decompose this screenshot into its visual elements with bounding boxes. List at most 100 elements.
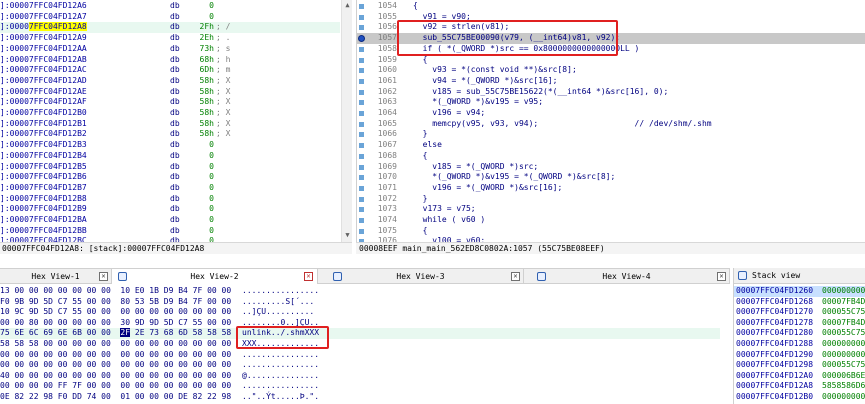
code-line[interactable]: 1071 v196 = *(_QWORD *)&src[16]; — [357, 183, 865, 194]
hex-bytes: 00 00 00 00 00 00 00 00 00 00 00 00 00 0… — [0, 360, 232, 370]
code-line[interactable]: 1075 { — [357, 226, 865, 237]
stack-row-op: db — [170, 161, 180, 171]
stack-row-address: ]:00007FFC04FD12B3 — [0, 140, 87, 150]
stack-listing-pane[interactable]: ]:00007FFC04FD12A6 db 0]:00007FFC04FD12A7 d… — [0, 0, 352, 242]
tab-hex-view-3[interactable]: Hex View-3 ✕ — [318, 269, 524, 284]
stack-view-row[interactable]: 00007FFC04FD1290 000000000 — [734, 350, 865, 361]
stack-row[interactable]: ]:00007FFC04FD12AF db 58h; X — [0, 97, 340, 108]
code-text: memcpy(v95, v93, v94); // /dev/shm/.shm — [413, 118, 712, 128]
hex-ascii: .."..Ýt.....Þ.". — [242, 392, 320, 401]
code-line[interactable]: 1070 *(_QWORD *)&v195 = *(_QWORD *)&src[… — [357, 172, 865, 183]
code-line[interactable]: 1059 { — [357, 55, 865, 66]
stack-row-value: 58h — [199, 129, 214, 139]
code-text: v196 = *(_QWORD *)&src[16]; — [413, 182, 563, 192]
code-line[interactable]: 1073 v173 = v75; — [357, 204, 865, 215]
line-marker-icon — [359, 4, 364, 9]
stack-view-row[interactable]: 00007FFC04FD1278 00007FB4D — [734, 318, 865, 329]
code-line[interactable]: 1063 *(_QWORD *)&v195 = v95; — [357, 97, 865, 108]
stack-row-op: db — [170, 1, 180, 10]
stack-view-row[interactable]: 00007FFC04FD12A0 000006B6E6 — [734, 371, 865, 382]
code-line[interactable]: 1058 if ( *(_QWORD *)src == 0x8000000000… — [357, 44, 865, 55]
scroll-down-icon[interactable]: ▼ — [343, 231, 352, 240]
stack-row[interactable]: ]:00007FFC04FD12A6 db 0 — [0, 1, 340, 12]
stack-row-comment: ; s — [216, 43, 231, 53]
scroll-up-icon[interactable]: ▲ — [343, 1, 352, 10]
stack-row[interactable]: ]:00007FFC04FD12B3 db 0 — [0, 140, 340, 151]
stack-row[interactable]: ]:00007FFC04FD12B1 db 58h; X — [0, 119, 340, 130]
stack-row-value: 0 — [209, 172, 214, 182]
stack-row-comment: ; X — [216, 97, 231, 107]
code-line[interactable]: 1068 { — [357, 151, 865, 162]
code-line[interactable]: 1055 v91 = v90; — [357, 12, 865, 23]
stack-row-address: ]:00007FFC04FD12B2 — [0, 129, 87, 139]
stack-row-value: 0 — [209, 11, 214, 21]
stack-view-pane[interactable]: Stack view 00007FFC04FD1260 000000000 0000… — [733, 268, 865, 404]
breakpoint-icon[interactable] — [358, 35, 365, 43]
stack-view-row[interactable]: 00007FFC04FD1268 00007FB4D — [734, 297, 865, 308]
stack-row[interactable]: ]:00007FFC04FD12AC db 6Dh; m — [0, 65, 340, 76]
stack-view-address: 00007FFC04FD1260 — [736, 286, 814, 295]
code-text: { — [413, 225, 428, 235]
code-line[interactable]: 1065 memcpy(v95, v93, v94); // /dev/shm/… — [357, 119, 865, 130]
stack-view-address: 00007FFC04FD12B0 — [736, 392, 814, 401]
stack-row[interactable]: ]:00007FFC04FD12A7 db 0 — [0, 12, 340, 23]
code-line[interactable]: 1072 } — [357, 194, 865, 205]
close-icon[interactable]: ✕ — [304, 272, 313, 281]
code-line[interactable]: 1067 else — [357, 140, 865, 151]
stack-view-row[interactable]: 00007FFC04FD1288 000000000 — [734, 339, 865, 350]
stack-row[interactable]: ]:00007FFC04FD12BB db 0 — [0, 226, 340, 237]
stack-view-row[interactable]: 00007FFC04FD1298 000055C75 — [734, 360, 865, 371]
stack-scrollbar[interactable]: ▲ ▼ — [341, 0, 352, 242]
stack-row[interactable]: ]:00007FFC04FD12B0 db 58h; X — [0, 108, 340, 119]
stack-row-address: ]:00007FFC04FD12B1 — [0, 118, 87, 128]
stack-view-row[interactable]: 00007FFC04FD12A8 5858586D6 — [734, 381, 865, 392]
close-icon[interactable]: ✕ — [511, 272, 520, 281]
stack-view-row[interactable]: 00007FFC04FD1280 000055C75 — [734, 328, 865, 339]
stack-row-op: db — [170, 11, 180, 21]
stack-row-comment: ; h — [216, 54, 231, 64]
hex-cursor-byte[interactable]: 2F — [120, 328, 131, 338]
code-line[interactable]: 1061 v94 = *(_QWORD *)&src[16]; — [357, 76, 865, 87]
tab-hex-view-4[interactable]: Hex View-4 ✕ — [524, 269, 730, 284]
stack-row[interactable]: ]:00007FFC04FD12AE db 58h; X — [0, 87, 340, 98]
stack-view-title[interactable]: Stack view — [734, 268, 865, 284]
stack-row[interactable]: ]:00007FFC04FD12BA db 0 — [0, 215, 340, 226]
close-icon[interactable]: ✕ — [717, 272, 726, 281]
code-line[interactable]: 1062 v185 = sub_55C75BE15622(*(__int64 *… — [357, 87, 865, 98]
stack-row[interactable]: ]:00007FFC04FD12B6 db 0 — [0, 172, 340, 183]
stack-row[interactable]: ]:00007FFC04FD12B9 db 0 — [0, 204, 340, 215]
stack-row[interactable]: ]:00007FFC04FD12AB db 68h; h — [0, 55, 340, 66]
code-line[interactable]: 1064 v196 = v94; — [357, 108, 865, 119]
stack-row[interactable]: ]:00007FFC04FD12B5 db 0 — [0, 162, 340, 173]
tab-hex-view-2[interactable]: Hex View-2 ✕ — [112, 269, 318, 284]
stack-view-row[interactable]: 00007FFC04FD12B0 000000000 — [734, 392, 865, 403]
code-line[interactable]: 1069 v185 = *(_QWORD *)src; — [357, 162, 865, 173]
code-line[interactable]: 1056 v92 = strlen(v81); — [357, 22, 865, 33]
stack-view-row[interactable]: 00007FFC04FD1270 000055C75 — [734, 307, 865, 318]
tab-hex-view-1[interactable]: Hex View-1 ✕ — [0, 269, 112, 284]
line-number: 1064 — [377, 108, 397, 117]
stack-row[interactable]: ]:00007FFC04FD12B2 db 58h; X — [0, 129, 340, 140]
stack-row[interactable]: ]:00007FFC04FD12B7 db 0 — [0, 183, 340, 194]
stack-view-row[interactable]: 00007FFC04FD1260 000000000 — [734, 286, 865, 297]
stack-row[interactable]: ]:00007FFC04FD12A9 db 2Eh; . — [0, 33, 340, 44]
code-line[interactable]: 1054 { — [357, 1, 865, 12]
close-icon[interactable]: ✕ — [99, 272, 108, 281]
stack-row[interactable]: ]:00007FFC04FD12AA db 73h; s — [0, 44, 340, 55]
hex-row[interactable]: 75 6E 6C 69 6E 6B 00 00 2F 2E 73 68 6D 5… — [0, 328, 720, 339]
line-marker-icon — [359, 228, 364, 234]
code-line[interactable]: 1066 } — [357, 129, 865, 140]
code-line[interactable]: 1074 while ( v60 ) — [357, 215, 865, 226]
hex-dump-pane[interactable]: 13 00 00 00 00 00 00 00 10 E0 1B D9 B4 7… — [0, 285, 730, 404]
stack-row[interactable]: ]:00007FFC04FD12B8 db 0 — [0, 194, 340, 205]
code-line[interactable]: 1057 sub_55C75BE00090(v79, (__int64)v81,… — [357, 33, 865, 44]
stack-row-value: 2Fh — [199, 22, 214, 32]
stack-row[interactable]: ]:00007FFC04FD12A8 db 2Fh; / — [0, 22, 340, 34]
code-text: } — [413, 193, 428, 203]
stack-row[interactable]: ]:00007FFC04FD12AD db 58h; X — [0, 76, 340, 87]
code-line[interactable]: 1060 v93 = *(const void **)&src[8]; — [357, 65, 865, 76]
pseudocode-pane[interactable]: 1054{1055 v91 = v90; 1056 v92 = strlen(v8… — [356, 0, 865, 242]
stack-row[interactable]: ]:00007FFC04FD12B4 db 0 — [0, 151, 340, 162]
line-number: 1070 — [377, 172, 397, 182]
code-text: v93 = *(const void **)&src[8]; — [413, 65, 577, 75]
